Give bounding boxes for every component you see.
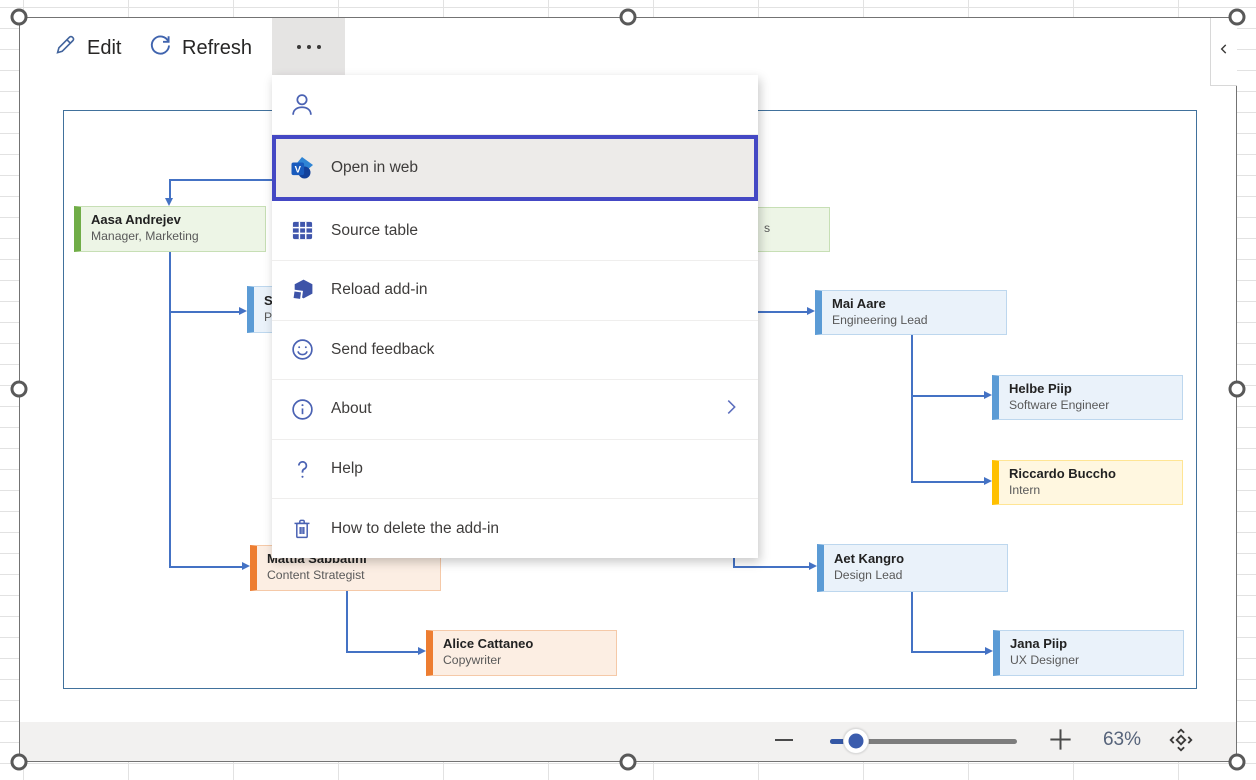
table-icon	[289, 218, 315, 244]
org-node-aasa-andrejev[interactable]: Aasa Andrejev Manager, Marketing	[74, 206, 266, 252]
connector-arrowhead	[242, 562, 250, 570]
zoom-level-value: 63%	[1098, 729, 1146, 751]
chevron-left-icon	[1217, 42, 1231, 61]
more-commands-button[interactable]	[272, 18, 345, 75]
resize-handle-top-left[interactable]	[11, 9, 28, 26]
zoom-in-icon	[1047, 726, 1074, 758]
connector-arrowhead	[807, 307, 815, 315]
node-name: Mai Aare	[832, 296, 998, 313]
connector-line	[169, 311, 241, 313]
node-role: Copywriter	[443, 653, 608, 669]
node-role: Manager, Marketing	[91, 229, 257, 245]
info-icon	[289, 396, 315, 422]
org-node-alice-cattaneo[interactable]: Alice Cattaneo Copywriter	[426, 630, 617, 676]
connector-line	[169, 179, 171, 199]
connector-arrowhead	[984, 477, 992, 485]
connector-line	[346, 591, 348, 653]
question-icon	[289, 456, 315, 482]
connector-line	[169, 566, 243, 568]
connector-line	[911, 592, 913, 653]
trash-icon	[289, 516, 315, 542]
connector-arrowhead	[985, 647, 993, 655]
resize-handle-bottom-right[interactable]	[1229, 754, 1246, 771]
menu-item-reload-addin[interactable]: Reload add-in	[272, 261, 758, 321]
node-name: Aasa Andrejev	[91, 212, 257, 229]
node-role: Intern	[1009, 483, 1174, 499]
connector-line	[733, 566, 811, 568]
menu-item-account[interactable]	[272, 75, 758, 135]
resize-handle-bottom-left[interactable]	[11, 754, 28, 771]
org-node-aet-kangro[interactable]: Aet Kangro Design Lead	[817, 544, 1008, 592]
node-name: Jana Piip	[1010, 636, 1175, 653]
zoom-out-icon	[772, 728, 796, 757]
refresh-button[interactable]: Refresh	[148, 33, 252, 63]
connector-arrowhead	[165, 198, 173, 206]
menu-item-label: Open in web	[331, 159, 418, 177]
zoom-in-button[interactable]	[1040, 727, 1080, 757]
resize-handle-middle-right[interactable]	[1229, 381, 1246, 398]
menu-item-how-to-delete[interactable]: How to delete the add-in	[272, 499, 758, 558]
node-name: Alice Cattaneo	[443, 636, 608, 653]
resize-handle-bottom-center[interactable]	[620, 754, 637, 771]
chevron-right-icon	[720, 396, 742, 423]
connector-line	[911, 335, 913, 483]
menu-item-label: Send feedback	[331, 341, 434, 359]
node-name: Aet Kangro	[834, 551, 999, 568]
svg-text:V: V	[295, 164, 302, 175]
zoom-slider-thumb[interactable]	[843, 728, 869, 754]
connector-arrowhead	[809, 562, 817, 570]
org-node-riccardo-buccho[interactable]: Riccardo Buccho Intern	[992, 460, 1183, 505]
connector-arrowhead	[239, 307, 247, 315]
menu-item-label: Source table	[331, 222, 418, 240]
menu-item-label: About	[331, 400, 372, 418]
node-role: Content Strategist	[267, 568, 432, 584]
node-role: UX Designer	[1010, 653, 1175, 669]
connector-arrowhead	[984, 391, 992, 399]
person-icon	[289, 91, 315, 117]
edit-button-label: Edit	[87, 37, 121, 60]
connector-line	[346, 651, 420, 653]
cube-icon	[289, 277, 315, 303]
pan-fit-button[interactable]	[1164, 725, 1198, 759]
node-name: Riccardo Buccho	[1009, 466, 1174, 483]
resize-handle-top-right[interactable]	[1229, 9, 1246, 26]
edit-button[interactable]: Edit	[53, 33, 121, 63]
menu-item-send-feedback[interactable]: Send feedback	[272, 321, 758, 381]
connector-line	[911, 651, 987, 653]
resize-handle-middle-left[interactable]	[11, 381, 28, 398]
connector-arrowhead	[418, 647, 426, 655]
node-role: Engineering Lead	[832, 313, 998, 329]
node-name: Helbe Piip	[1009, 381, 1174, 398]
refresh-button-label: Refresh	[182, 37, 252, 60]
pan-fit-icon	[1166, 725, 1196, 760]
menu-item-about[interactable]: About	[272, 380, 758, 440]
collapse-pane-toggle[interactable]	[1210, 18, 1237, 86]
menu-item-label: How to delete the add-in	[331, 520, 499, 538]
resize-handle-top-center[interactable]	[620, 9, 637, 26]
menu-item-open-in-web[interactable]: V Open in web	[272, 135, 758, 202]
more-commands-menu: V Open in web Source table Reload add-in	[272, 75, 758, 558]
visio-icon: V	[289, 155, 315, 181]
org-node-helbe-piip[interactable]: Helbe Piip Software Engineer	[992, 375, 1183, 420]
menu-item-help[interactable]: Help	[272, 440, 758, 500]
ellipsis-icon	[297, 45, 321, 49]
smiley-icon	[289, 337, 315, 363]
node-role: Software Engineer	[1009, 398, 1174, 414]
org-node-jana-piip[interactable]: Jana Piip UX Designer	[993, 630, 1184, 676]
connector-line	[911, 395, 985, 397]
zoom-out-button[interactable]	[764, 728, 804, 756]
connector-line	[169, 252, 171, 568]
connector-line	[911, 481, 985, 483]
refresh-icon	[148, 33, 172, 63]
menu-item-source-table[interactable]: Source table	[272, 201, 758, 261]
org-node-mai-aare[interactable]: Mai Aare Engineering Lead	[815, 290, 1007, 335]
menu-item-label: Help	[331, 460, 363, 478]
menu-item-label: Reload add-in	[331, 281, 428, 299]
node-role: Design Lead	[834, 568, 999, 584]
pencil-icon	[53, 33, 77, 63]
